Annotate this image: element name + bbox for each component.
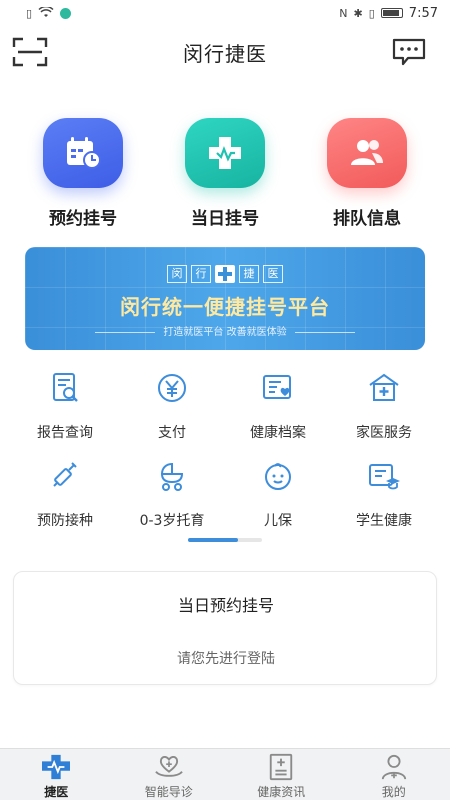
- service-vaccination[interactable]: 预防接种: [9, 460, 121, 530]
- people-icon: [327, 118, 407, 188]
- family-doctor-house-icon: [369, 373, 399, 401]
- wifi-icon: [38, 5, 54, 20]
- service-label: 报告查询: [37, 425, 93, 441]
- scan-icon: [12, 37, 48, 67]
- tab-jieyi[interactable]: 捷医: [0, 749, 113, 800]
- service-student-health[interactable]: 学生健康: [328, 460, 440, 530]
- page-title: 闵行捷医: [183, 41, 267, 66]
- login-prompt[interactable]: 请您先进行登陆: [14, 648, 438, 668]
- service-health-record[interactable]: 健康档案: [222, 372, 334, 442]
- service-report-query[interactable]: 报告查询: [9, 372, 121, 442]
- status-left: ▯: [26, 5, 72, 20]
- service-label: 0-3岁托育: [139, 513, 205, 529]
- quick-actions: 预约挂号 当日挂号 排队信息: [0, 118, 450, 229]
- quick-action-label: 排队信息: [333, 209, 401, 229]
- bottom-tab-bar: 捷医 智能导诊 健康资讯 我的: [0, 748, 450, 800]
- battery-icon: [380, 8, 403, 18]
- sim-alert-icon: ▯: [26, 6, 33, 20]
- service-label: 儿保: [264, 513, 292, 529]
- page-indicator-active: [188, 538, 238, 542]
- quick-action-appointment[interactable]: 预约挂号: [23, 118, 143, 229]
- card-title: 当日预约挂号: [177, 596, 274, 615]
- nfc-icon: N: [339, 6, 348, 20]
- message-bubble-icon: [392, 38, 426, 66]
- banner-logo-char: 闵: [167, 265, 187, 283]
- app-header: 闵行捷医: [0, 26, 450, 78]
- tab-label: 健康资讯: [257, 785, 306, 799]
- tab-label: 智能导诊: [144, 785, 193, 799]
- appointment-card[interactable]: 当日预约挂号 请您先进行登陆: [13, 571, 437, 685]
- jieyi-logo-icon: [42, 754, 71, 780]
- tab-health-news[interactable]: 健康资讯: [225, 749, 338, 800]
- service-child-health[interactable]: 儿保: [222, 460, 334, 530]
- service-family-doctor[interactable]: 家医服务: [328, 372, 440, 442]
- service-label: 学生健康: [356, 513, 412, 529]
- health-record-icon: [263, 375, 291, 399]
- banner-logo-char: 行: [191, 265, 211, 283]
- status-bar: ▯ N ✱ ▯ 7:57: [0, 0, 450, 26]
- service-label: 健康档案: [250, 425, 306, 441]
- service-childcare[interactable]: 0-3岁托育: [116, 460, 228, 530]
- quick-action-label: 当日挂号: [191, 209, 259, 229]
- baby-face-icon: [265, 463, 291, 490]
- tab-label: 我的: [381, 785, 406, 799]
- status-time: 7:57: [408, 5, 438, 21]
- baby-stroller-icon: [160, 462, 184, 491]
- syringe-icon: [53, 462, 77, 487]
- tab-mine[interactable]: 我的: [338, 749, 450, 800]
- quick-action-same-day[interactable]: 当日挂号: [165, 118, 285, 229]
- banner-logo-char: 捷: [239, 265, 259, 283]
- vibrate-icon: ▯: [368, 6, 375, 20]
- quick-action-queue[interactable]: 排队信息: [307, 118, 427, 229]
- service-label: 预防接种: [37, 513, 93, 529]
- news-document-icon: [270, 753, 293, 781]
- report-search-icon: [53, 373, 78, 402]
- bluetooth-icon: ✱: [353, 6, 363, 20]
- student-graduation-icon: [369, 464, 400, 490]
- quick-action-label: 预约挂号: [49, 209, 117, 229]
- tab-label: 捷医: [44, 785, 69, 799]
- status-right: N ✱ ▯ 7:57: [339, 6, 438, 21]
- service-payment[interactable]: 支付: [116, 372, 228, 442]
- banner-logo-char: 医: [263, 265, 283, 283]
- calendar-clock-icon: [43, 118, 123, 188]
- messages-button[interactable]: [392, 38, 426, 66]
- medical-cross-icon: [185, 118, 265, 188]
- banner-subtitle: 打造就医平台 改善就医体验: [25, 323, 425, 338]
- banner-title: 闵行统一便捷挂号平台: [120, 295, 330, 319]
- scan-button[interactable]: [12, 36, 48, 68]
- medical-cross-logo-icon: [215, 265, 235, 283]
- promo-banner[interactable]: 闵 行 捷 医 闵行统一便捷挂号平台 打造就医平台 改善就医体验: [25, 247, 425, 350]
- service-label: 家医服务: [356, 425, 412, 441]
- service-label: 支付: [158, 425, 186, 441]
- page-indicator: [188, 538, 262, 542]
- app-notification-icon: [60, 7, 72, 19]
- tab-smart-guide[interactable]: 智能导诊: [113, 749, 226, 800]
- heart-hand-icon: [154, 755, 183, 777]
- banner-logo: 闵 行 捷 医: [25, 265, 425, 283]
- yuan-payment-icon: [158, 374, 186, 402]
- user-profile-icon: [381, 754, 406, 780]
